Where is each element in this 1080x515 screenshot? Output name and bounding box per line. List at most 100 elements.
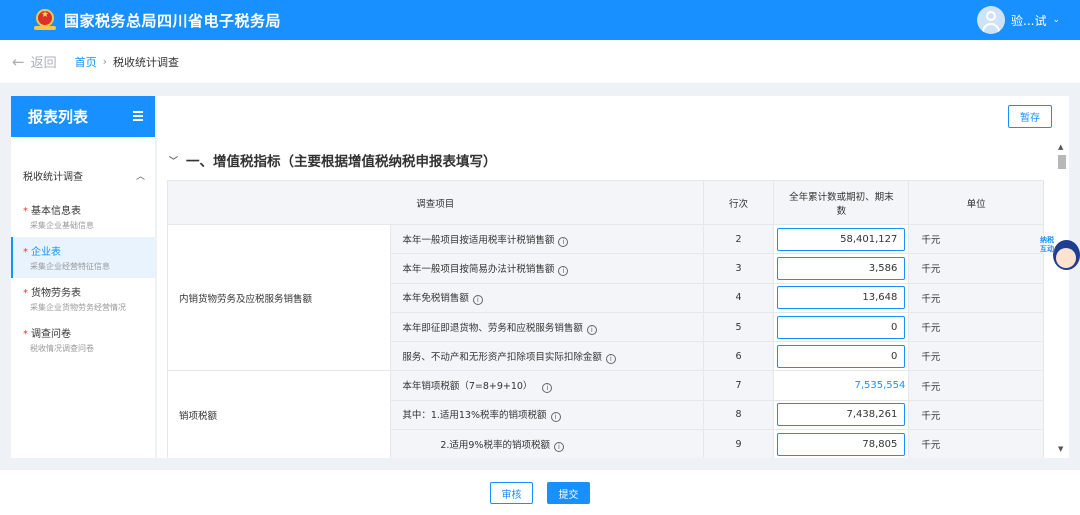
category-cell: 内销货物劳务及应税服务销售额	[166, 223, 392, 372]
menu-collapse-icon[interactable]	[133, 111, 143, 121]
value-input[interactable]: 3,586	[777, 256, 906, 280]
value-input[interactable]: 58,401,127	[777, 227, 906, 251]
header-value: 全年累计数或期初、期末 数	[773, 180, 910, 225]
submit-button[interactable]: 提交	[547, 482, 590, 504]
line-cell: 5	[702, 311, 775, 343]
line-cell: 7	[702, 370, 775, 401]
item-cell: 本年一般项目按简易办法计税销售额 i	[390, 253, 704, 284]
unit-cell: 千元	[908, 311, 1044, 343]
scroll-thumb[interactable]	[1058, 155, 1066, 169]
unit-cell: 千元	[908, 282, 1044, 313]
unit-cell: 千元	[908, 370, 1044, 401]
unit-cell: 千元	[908, 399, 1044, 431]
interactive-helper-widget[interactable]: 纳税互动	[1040, 236, 1080, 276]
breadcrumb-home-link[interactable]: 首页	[75, 54, 97, 70]
required-mark: *	[23, 247, 28, 258]
item-text: 本年一般项目按简易办法计税销售额	[402, 263, 555, 275]
unit-cell: 千元	[908, 341, 1044, 372]
sidebar-item-questionnaire[interactable]: * 调查问卷 税收情况调查问卷	[11, 319, 155, 360]
unit-cell: 千元	[908, 429, 1044, 458]
user-menu[interactable]: 验...试 ⌄	[977, 5, 1060, 35]
value-input[interactable]: 78,805	[777, 432, 906, 456]
info-icon[interactable]: i	[550, 412, 561, 423]
sidebar-group[interactable]: 税收统计调查 ︿	[11, 168, 155, 183]
line-cell: 9	[702, 429, 775, 458]
required-mark: *	[23, 288, 28, 299]
info-icon[interactable]: i	[542, 383, 553, 394]
footer-bar: 审核 提交	[0, 470, 1080, 515]
item-cell: 其中：1.适用13%税率的销项税额 i	[390, 399, 704, 431]
info-icon[interactable]: i	[558, 265, 569, 276]
table-header-row: 调查项目 行次 全年累计数或期初、期末 数 单位	[167, 180, 1044, 225]
back-label[interactable]: 返回	[31, 52, 57, 71]
info-icon[interactable]: i	[586, 324, 597, 335]
sidebar-item-basic-info[interactable]: * 基本信息表 采集企业基础信息	[11, 196, 155, 237]
info-icon[interactable]: i	[558, 236, 569, 247]
item-text: 2.适用9%税率的销项税额	[440, 439, 550, 451]
header-value-line2: 数	[836, 205, 847, 217]
line-cell: 8	[702, 399, 775, 431]
vertical-scrollbar[interactable]: ▲ ▼	[1055, 140, 1069, 458]
header-unit: 单位	[908, 180, 1044, 225]
vat-indicator-table: 调查项目 行次 全年累计数或期初、期末 数 单位 内销货物劳务及应税服务销售额 …	[166, 180, 1044, 458]
item-cell: 本年即征即退货物、劳务和应税服务销售额 i	[390, 311, 704, 343]
user-name[interactable]: 验...试	[1011, 12, 1046, 29]
item-text: 本年免税销售额	[402, 293, 469, 305]
breadcrumb: ← 返回 首页 › 税收统计调查	[0, 40, 1080, 83]
value-input[interactable]: 13,648	[777, 286, 906, 310]
info-icon[interactable]: i	[553, 441, 564, 452]
chevron-up-icon[interactable]: ︿	[136, 169, 145, 182]
line-cell: 2	[702, 223, 775, 255]
back-button[interactable]: ← 返回	[12, 52, 57, 72]
info-icon[interactable]: i	[605, 353, 616, 364]
info-icon[interactable]: i	[472, 295, 483, 306]
sidebar-item-enterprise[interactable]: * 企业表 采集企业经营特征信息	[11, 237, 155, 278]
save-draft-button[interactable]: 暂存	[1008, 105, 1052, 128]
header-item: 调查项目	[167, 180, 704, 225]
section-title[interactable]: ﹀ 一、增值税指标（主要根据增值税纳税申报表填写）	[169, 150, 497, 170]
item-text: 本年销项税额（7=8+9+10）	[402, 381, 533, 393]
avatar[interactable]	[977, 6, 1005, 34]
sidebar-item-desc: 采集企业货物劳务经营情况	[30, 303, 126, 312]
scroll-up-icon[interactable]: ▲	[1058, 143, 1063, 151]
value-input[interactable]: 0	[777, 344, 906, 368]
required-mark: *	[23, 206, 28, 217]
sidebar-item-desc: 采集企业经营特征信息	[30, 262, 110, 271]
sidebar-group-label[interactable]: 税收统计调查	[23, 172, 83, 183]
line-cell: 3	[702, 253, 775, 284]
sidebar-item-label[interactable]: 企业表	[31, 247, 61, 258]
item-text: 服务、不动产和无形资产扣除项目实际扣除金额	[402, 351, 602, 363]
helper-tag[interactable]: 纳税互动	[1040, 236, 1056, 254]
line-cell: 6	[702, 341, 775, 372]
site-title: 国家税务总局四川省电子税务局	[64, 11, 282, 30]
sidebar-item-label[interactable]: 调查问卷	[31, 329, 71, 340]
item-cell: 本年一般项目按适用税率计税销售额 i	[390, 223, 704, 255]
value-cell: 0	[773, 311, 910, 343]
chevron-down-icon[interactable]: ⌄	[1052, 15, 1060, 25]
sidebar-item-goods-services[interactable]: * 货物劳务表 采集企业货物劳务经营情况	[11, 278, 155, 319]
value-cell: 0	[773, 341, 910, 372]
sidebar-item-desc: 税收情况调查问卷	[30, 344, 94, 353]
review-button[interactable]: 审核	[490, 482, 533, 504]
value-input[interactable]: 0	[777, 315, 906, 339]
sidebar-header: 报表列表	[11, 96, 155, 137]
value-cell: 78,805	[773, 429, 910, 458]
sidebar-item-label[interactable]: 基本信息表	[31, 206, 81, 217]
item-cell: 2.适用9%税率的销项税额 i	[390, 429, 704, 458]
category-cell: 销项税额	[166, 370, 392, 458]
main-panel: 暂存 ﹀ 一、增值税指标（主要根据增值税纳税申报表填写） 调查项目 行次 全年累…	[157, 96, 1069, 458]
unit-cell: 千元	[908, 223, 1044, 255]
breadcrumb-separator: ›	[102, 55, 107, 68]
value-input[interactable]: 7,438,261	[777, 403, 906, 427]
sidebar-item-desc: 采集企业基础信息	[30, 221, 94, 230]
arrow-left-icon[interactable]: ←	[12, 53, 25, 71]
chevron-down-icon[interactable]: ﹀	[169, 154, 178, 167]
section-title-text: 一、增值税指标（主要根据增值税纳税申报表填写）	[186, 154, 497, 170]
item-text: 本年即征即退货物、劳务和应税服务销售额	[402, 322, 583, 334]
unit-cell: 千元	[908, 253, 1044, 284]
sidebar-title: 报表列表	[28, 108, 89, 126]
sidebar: 报表列表 税收统计调查 ︿ * 基本信息表 采集企业基础信息 * 企业表 采集企业经…	[11, 96, 155, 458]
scroll-down-icon[interactable]: ▼	[1058, 445, 1063, 453]
value-cell: 13,648	[773, 282, 910, 313]
sidebar-item-label[interactable]: 货物劳务表	[31, 288, 81, 299]
